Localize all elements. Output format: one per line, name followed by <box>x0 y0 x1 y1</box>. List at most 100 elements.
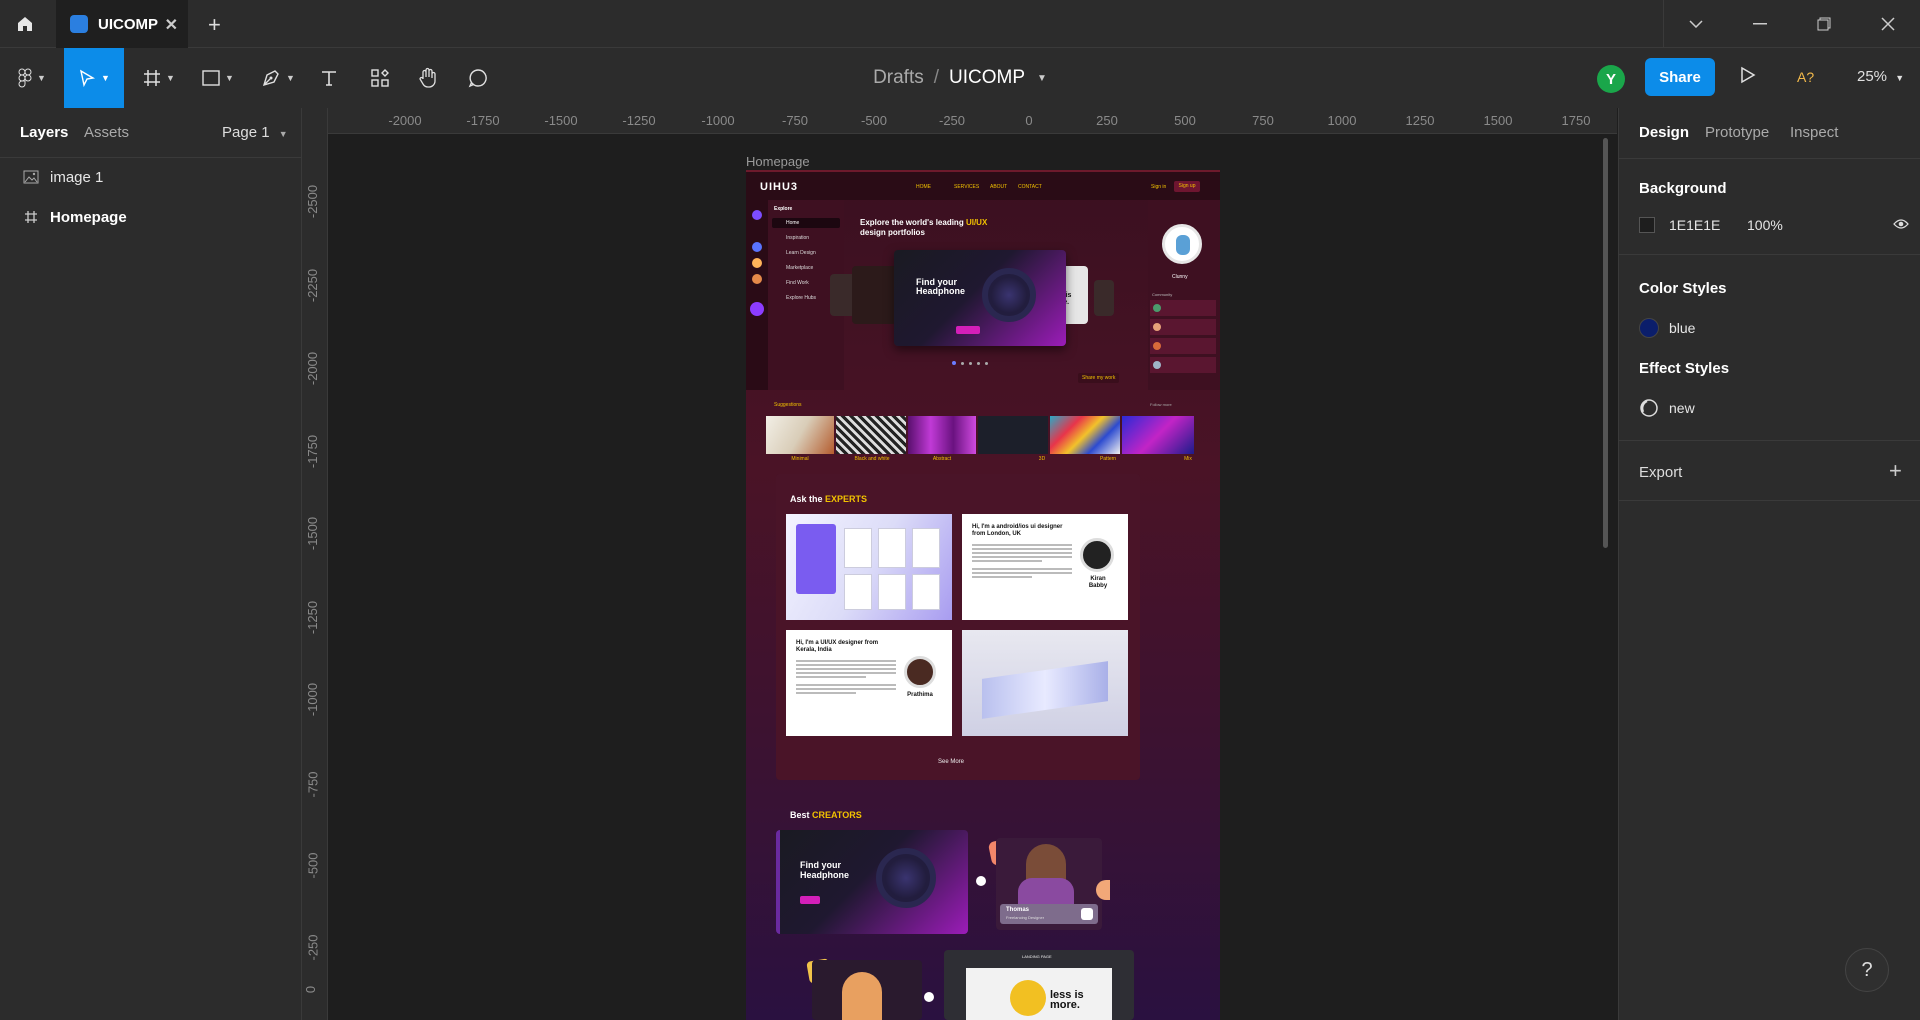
avatar[interactable]: Y <box>1597 65 1625 93</box>
left-panel-tabs: Layers Assets Page 1 ▼ <box>0 108 301 158</box>
text-icon <box>322 71 336 86</box>
close-icon[interactable]: ✕ <box>165 15 178 35</box>
vertical-scrollbar[interactable] <box>1603 138 1608 548</box>
divider <box>1619 254 1920 255</box>
close-window-icon <box>1881 17 1895 31</box>
page-selector[interactable]: Page 1 ▼ <box>222 124 288 141</box>
mockup-screen <box>912 574 940 610</box>
arrow-right-icon <box>976 876 986 886</box>
missing-fonts-button[interactable]: A? <box>1797 69 1814 85</box>
move-tool[interactable]: ▼ <box>64 48 124 108</box>
color-style-item[interactable]: blue <box>1639 318 1695 338</box>
ruler-tick: 0 <box>1025 113 1033 128</box>
creator-profile-card <box>812 960 922 1020</box>
suggestions-title: Suggestions <box>774 402 802 408</box>
tabs-dropdown-button[interactable] <box>1664 0 1728 48</box>
layer-name: Homepage <box>50 208 127 226</box>
artboard-signin: Sign in <box>1151 184 1167 190</box>
hero-title-part: design portfolios <box>860 228 925 237</box>
text-tool[interactable] <box>314 48 344 108</box>
tab-design[interactable]: Design <box>1639 124 1689 141</box>
category-label: Black and white <box>854 456 890 462</box>
ruler-tick: -1750 <box>466 113 500 128</box>
artboard-right-column: Clunny Community <box>1148 200 1220 390</box>
file-name[interactable]: UICOMP <box>949 67 1025 89</box>
headphone-image <box>876 848 936 908</box>
artboard-share-work: Share my work <box>1078 373 1120 383</box>
color-style-name: blue <box>1669 320 1696 336</box>
chevron-down-icon[interactable]: ▼ <box>1037 73 1047 84</box>
expert-work-image <box>962 630 1128 736</box>
see-more-link: See More <box>938 759 965 765</box>
effect-style-item[interactable]: new <box>1639 398 1695 418</box>
carousel-dot <box>985 361 988 365</box>
minimize-button[interactable] <box>1728 0 1792 48</box>
restore-button[interactable] <box>1792 0 1856 48</box>
tab-inspect[interactable]: Inspect <box>1790 124 1838 141</box>
resources-tool[interactable] <box>364 48 396 108</box>
comment-tool[interactable] <box>464 48 492 108</box>
expert-card: Hi, I'm a android/ios ui designer from L… <box>962 514 1128 620</box>
layer-item[interactable]: image 1 <box>0 158 301 196</box>
color-swatch[interactable] <box>1639 217 1655 233</box>
ruler-tick: -750 <box>781 113 809 128</box>
expert-card: Hi, I'm a UI/UX designer from Kerala, In… <box>786 630 952 736</box>
divider <box>1619 158 1920 159</box>
restore-icon <box>1817 17 1831 31</box>
creator-card-button <box>800 896 820 904</box>
creator-avatar-3d <box>842 972 882 1020</box>
frame-label[interactable]: Homepage <box>746 154 810 169</box>
creator-name: Thomas <box>1006 907 1030 913</box>
homepage-frame[interactable]: UIHU3 HOME SERVICES ABOUT CONTACT Sign i… <box>746 170 1220 1020</box>
hand-tool[interactable] <box>414 48 442 108</box>
mockup-screen <box>796 524 836 594</box>
file-tab[interactable]: UICOMP ✕ <box>56 0 188 48</box>
artboard-sidebar-active <box>772 218 840 228</box>
eye-icon[interactable] <box>1893 217 1909 233</box>
shape-tool[interactable]: ▼ <box>196 48 240 108</box>
mockup-screen <box>844 528 872 568</box>
background-opacity[interactable]: 100% <box>1747 217 1783 233</box>
hero-card-main: Find your Headphone <box>894 250 1066 346</box>
pen-tool[interactable]: ▼ <box>256 48 300 108</box>
home-button[interactable] <box>0 0 50 48</box>
play-icon <box>1741 66 1756 84</box>
share-button[interactable]: Share <box>1645 58 1715 96</box>
layers-panel: Layers Assets Page 1 ▼ image 1 Homepage <box>0 108 302 1020</box>
tab-assets[interactable]: Assets <box>84 124 129 141</box>
help-button[interactable]: ? <box>1845 948 1889 992</box>
present-button[interactable] <box>1740 66 1756 89</box>
figma-file-icon <box>70 15 88 33</box>
zoom-dropdown[interactable]: 25% ▼ <box>1857 68 1904 85</box>
minimize-icon <box>1753 23 1767 25</box>
close-window-button[interactable] <box>1856 0 1920 48</box>
category-thumbnail <box>1050 416 1120 454</box>
category-label: Abstract <box>932 456 952 462</box>
main-menu-button[interactable]: ▼ <box>10 48 54 108</box>
frame-hash-icon <box>144 70 161 86</box>
frame-tool[interactable]: ▼ <box>136 48 182 108</box>
ruler-tick: -1000 <box>305 682 321 717</box>
chevron-down-icon: ▼ <box>37 73 46 83</box>
experts-section: Ask the EXPERTS Hi, I'm a android/ios ui… <box>776 474 1140 780</box>
artboard-sidebar-item: Explore Hubs <box>786 295 817 301</box>
new-tab-button[interactable]: + <box>208 12 221 38</box>
tab-layers[interactable]: Layers <box>20 124 68 141</box>
divider <box>1619 440 1920 441</box>
add-export-button[interactable]: + <box>1889 458 1902 484</box>
resources-icon <box>371 69 389 87</box>
tab-prototype[interactable]: Prototype <box>1705 124 1769 141</box>
layer-item[interactable]: Homepage <box>0 198 301 236</box>
hand-icon <box>419 67 436 88</box>
mockup-screens <box>982 661 1108 719</box>
profile-name: Clunny <box>1172 274 1188 280</box>
avatar <box>1153 342 1161 350</box>
background-hex[interactable]: 1E1E1E <box>1669 217 1747 233</box>
ruler-tick: -1750 <box>305 434 321 469</box>
follow-more-link: Follow more <box>1150 402 1172 407</box>
expert-name: Prathima <box>907 692 933 698</box>
ruler-tick: -1500 <box>305 516 321 551</box>
drafts-link[interactable]: Drafts <box>873 67 924 89</box>
experts-title: Ask the EXPERTS <box>790 494 867 504</box>
chevron-down-icon: ▼ <box>225 73 234 83</box>
